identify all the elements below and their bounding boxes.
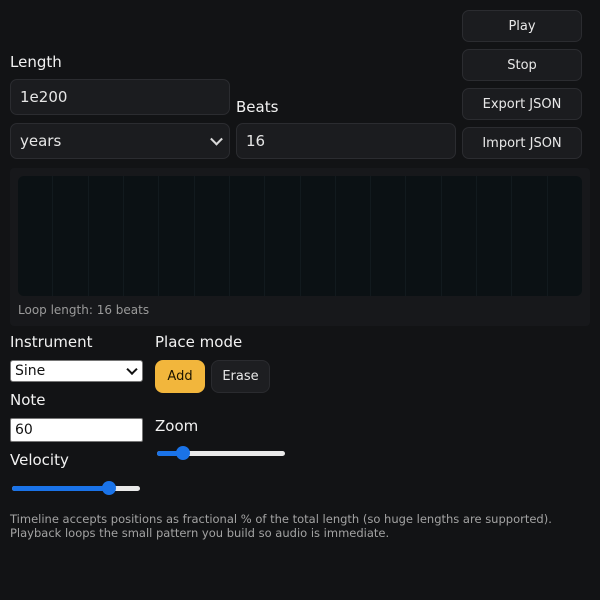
chevron-down-icon xyxy=(126,363,138,376)
beat-column xyxy=(230,176,266,296)
length-label: Length xyxy=(10,53,62,71)
instrument-select[interactable]: Sine xyxy=(10,360,143,382)
chevron-down-icon xyxy=(210,132,223,146)
help-text: Timeline accepts positions as fractional… xyxy=(10,512,552,540)
beat-column xyxy=(477,176,513,296)
beat-column xyxy=(89,176,124,296)
instrument-value: Sine xyxy=(15,363,46,379)
length-value: 1e200 xyxy=(20,88,68,106)
velocity-slider[interactable] xyxy=(12,480,140,496)
velocity-fill xyxy=(12,486,110,491)
zoom-label: Zoom xyxy=(155,417,199,435)
zoom-thumb[interactable] xyxy=(175,446,190,460)
timeline-panel: Loop length: 16 beats xyxy=(10,168,590,326)
note-input[interactable]: 60 xyxy=(10,418,143,442)
velocity-thumb[interactable] xyxy=(102,481,117,495)
beat-column xyxy=(195,176,230,296)
note-value: 60 xyxy=(15,422,33,438)
play-button[interactable]: Play xyxy=(462,10,582,42)
beat-column xyxy=(124,176,160,296)
beat-column xyxy=(53,176,89,296)
export-json-button[interactable]: Export JSON xyxy=(462,88,582,120)
beat-column xyxy=(371,176,407,296)
timeline-grid[interactable] xyxy=(18,176,582,296)
beat-column xyxy=(548,176,582,296)
beat-column xyxy=(336,176,372,296)
length-input[interactable]: 1e200 xyxy=(10,79,230,115)
loop-length-text: Loop length: 16 beats xyxy=(18,303,150,317)
erase-mode-button[interactable]: Erase xyxy=(211,360,270,393)
sequencer-page: Play Stop Export JSON Import JSON Length… xyxy=(0,0,600,600)
beat-column xyxy=(265,176,301,296)
length-unit-select[interactable]: years xyxy=(10,123,230,159)
beats-input[interactable]: 16 xyxy=(236,123,456,159)
beat-column xyxy=(406,176,442,296)
import-json-button[interactable]: Import JSON xyxy=(462,127,582,159)
velocity-label: Velocity xyxy=(10,451,69,469)
place-mode-label: Place mode xyxy=(155,333,243,351)
beat-column xyxy=(18,176,54,296)
add-mode-button[interactable]: Add xyxy=(155,360,205,393)
note-label: Note xyxy=(10,391,46,409)
beats-label: Beats xyxy=(236,98,279,116)
beat-column xyxy=(442,176,478,296)
beat-column xyxy=(301,176,336,296)
zoom-slider[interactable] xyxy=(157,445,285,461)
stop-button[interactable]: Stop xyxy=(462,49,582,81)
length-unit-value: years xyxy=(20,132,62,150)
beat-column xyxy=(159,176,195,296)
instrument-label: Instrument xyxy=(10,333,93,351)
beats-value: 16 xyxy=(246,132,266,150)
beat-column xyxy=(512,176,548,296)
